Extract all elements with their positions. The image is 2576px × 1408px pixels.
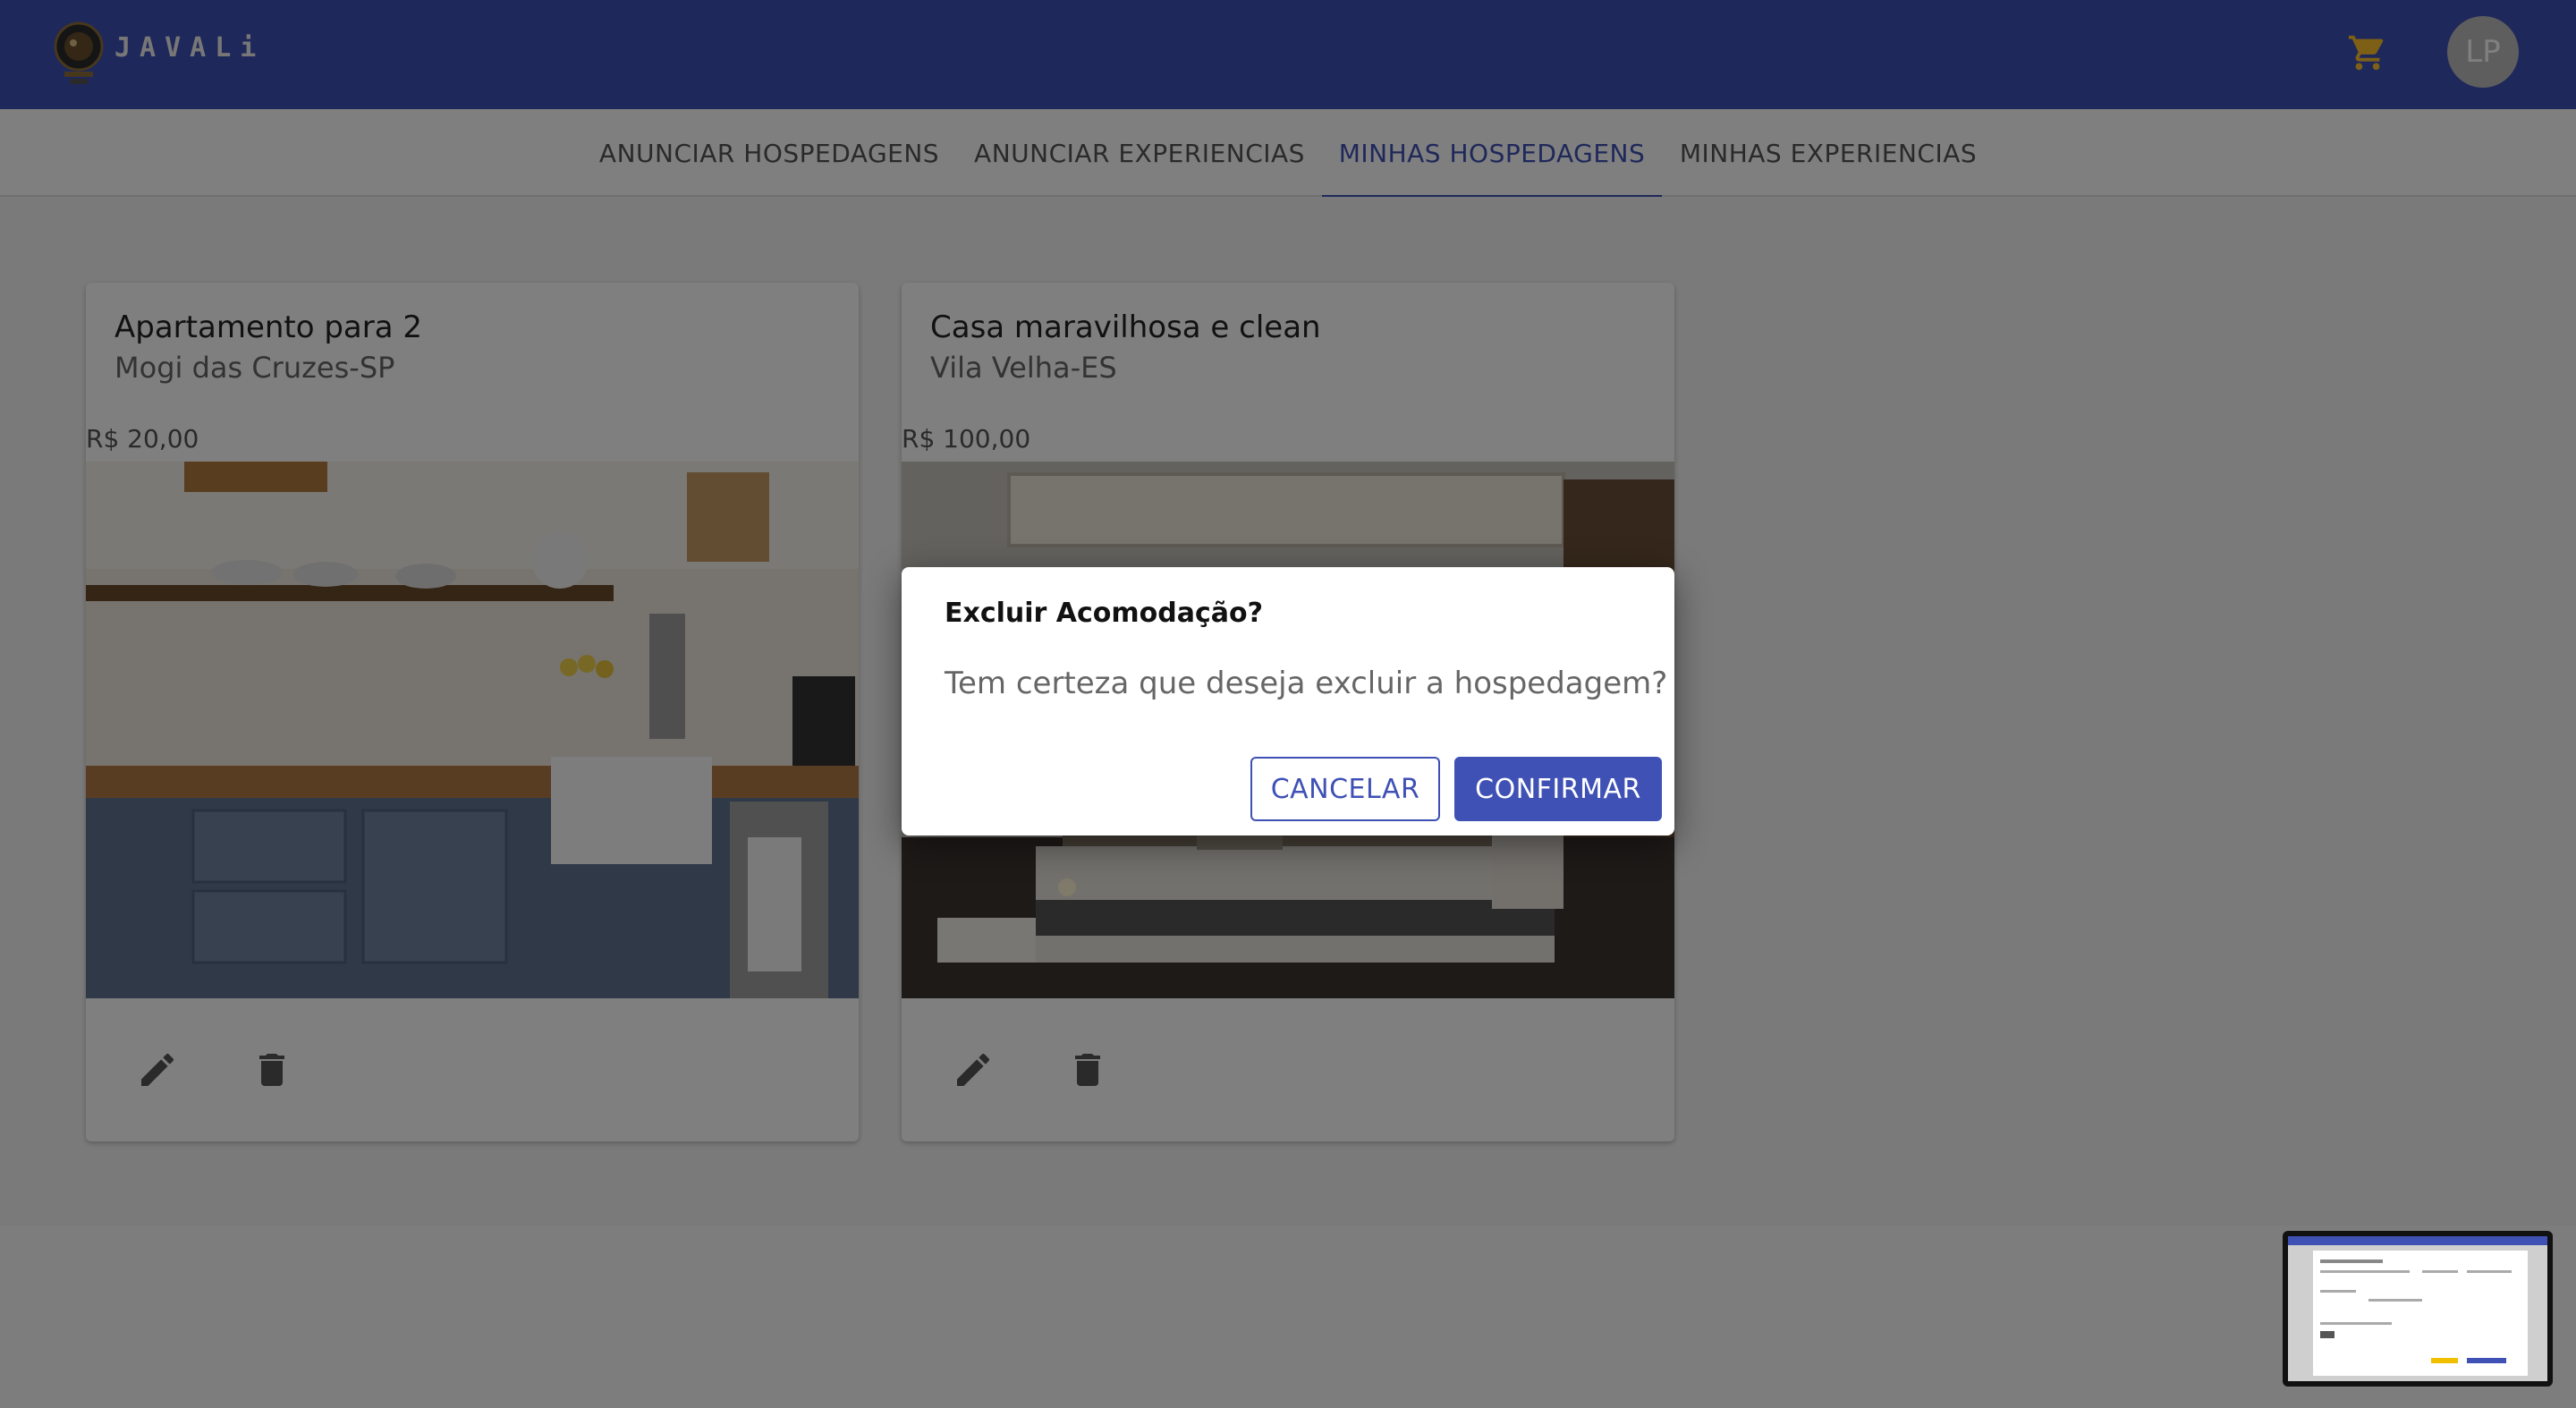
preview-image: [2288, 1236, 2547, 1381]
dialog-title: Excluir Acomodação?: [945, 598, 1264, 629]
confirm-delete-dialog: Excluir Acomodação? Tem certeza que dese…: [902, 567, 1674, 835]
cancel-button[interactable]: CANCELAR: [1250, 757, 1440, 821]
confirm-button[interactable]: CONFIRMAR: [1454, 757, 1662, 821]
screen-preview-thumbnail[interactable]: [2283, 1231, 2553, 1387]
dialog-message: Tem certeza que deseja excluir a hospeda…: [945, 666, 1668, 701]
